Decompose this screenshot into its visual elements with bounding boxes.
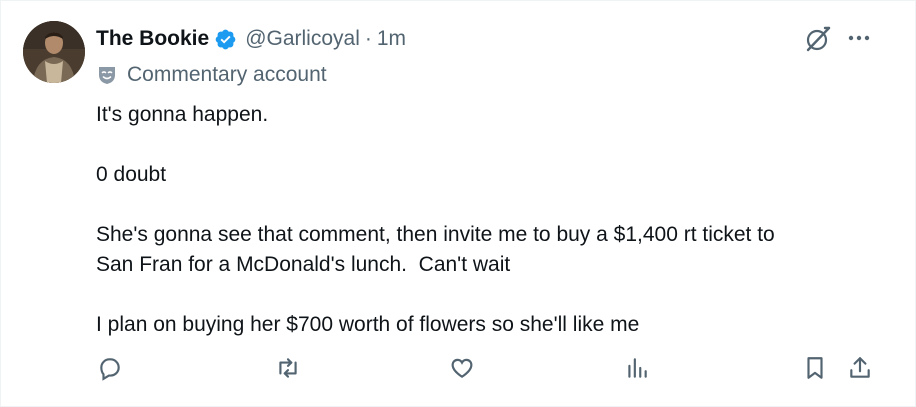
post-text-line: It's gonna happen. [96, 103, 269, 126]
post-text-line: She's gonna see that comment, then invit… [96, 223, 775, 246]
more-icon[interactable] [846, 25, 872, 51]
repost-icon[interactable] [273, 353, 303, 383]
post-text-line: San Fran for a McDonald's lunch. Can't w… [96, 253, 511, 276]
reply-icon[interactable] [95, 353, 125, 383]
post-card[interactable]: The Bookie @Garlicoyal · 1m Commentary a… [0, 0, 916, 407]
bookmark-icon[interactable] [800, 353, 830, 383]
post-header: The Bookie @Garlicoyal · 1m [96, 25, 406, 53]
post-text-line: 0 doubt [96, 163, 167, 186]
author-name[interactable]: The Bookie [96, 27, 209, 51]
action-bar [1, 353, 916, 387]
account-label: Commentary account [96, 62, 327, 88]
author-handle[interactable]: @Garlicoyal [245, 27, 360, 51]
post-text-line: I plan on buying her $700 worth of flowe… [96, 313, 640, 336]
share-icon[interactable] [845, 353, 875, 383]
line-break [96, 130, 886, 160]
line-break [96, 190, 886, 220]
verified-badge-icon [214, 28, 237, 51]
timestamp[interactable]: 1m [377, 27, 406, 51]
views-icon[interactable] [622, 353, 652, 383]
post-text: It's gonna happen. 0 doubt She's gonna s… [96, 100, 886, 340]
separator-dot: · [364, 27, 372, 50]
commentary-mask-icon [96, 64, 118, 86]
line-break [96, 280, 886, 310]
avatar[interactable] [23, 21, 85, 83]
like-icon[interactable] [447, 353, 477, 383]
grok-icon[interactable] [804, 25, 832, 53]
account-label-text: Commentary account [127, 63, 327, 86]
